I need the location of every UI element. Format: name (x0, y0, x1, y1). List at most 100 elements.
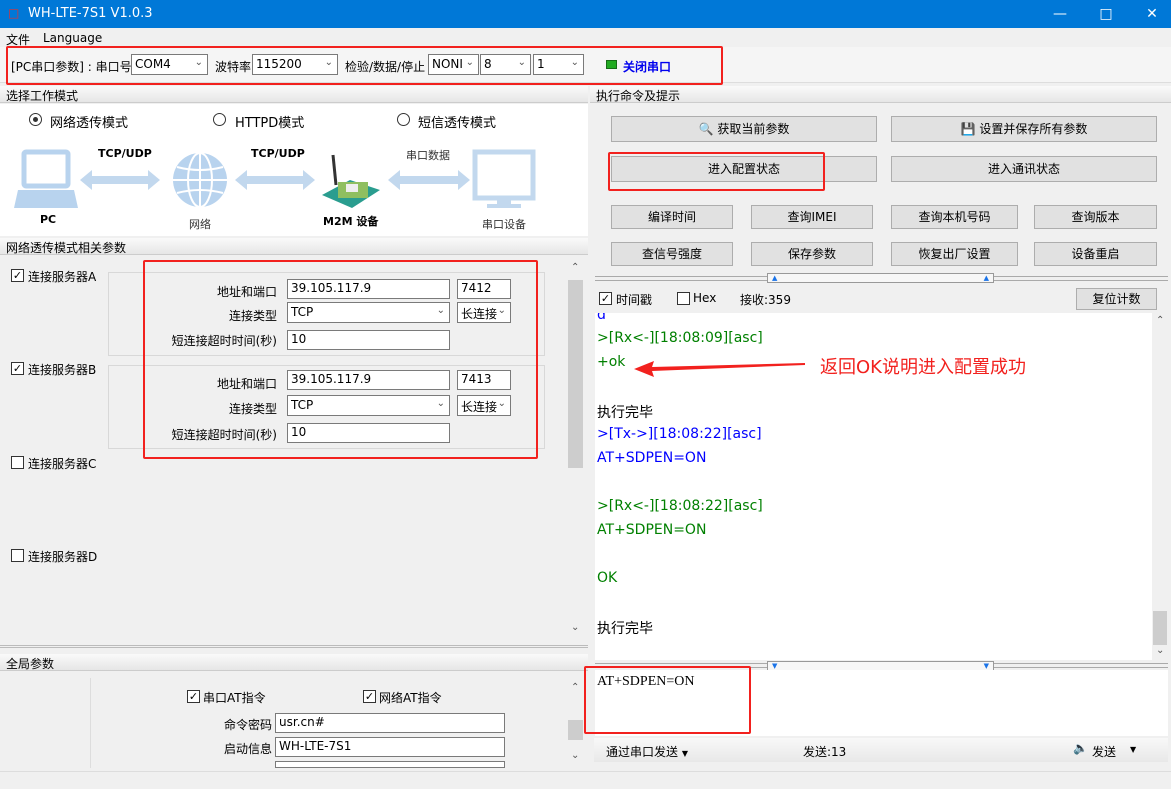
server-a-label: 连接服务器A (28, 270, 97, 284)
splitter[interactable] (0, 645, 588, 648)
global-scrollbar[interactable]: ⌃ ⌄ (567, 680, 584, 768)
app-icon: □ (8, 6, 20, 20)
title-bar: □ WH-LTE-7S1 V1.0.3 — □ ✕ (0, 0, 1171, 28)
status-bar (0, 771, 1171, 789)
diagram-pc-label: PC (40, 213, 57, 226)
annotation-box (143, 260, 538, 459)
enter-comm-button[interactable]: 进入通讯状态 (891, 156, 1157, 182)
scrollbar-thumb[interactable] (568, 280, 583, 468)
timestamp-label: 时间戳 (616, 293, 653, 307)
radio-httpd-mode[interactable] (213, 113, 226, 126)
minimize-button[interactable]: — (1037, 0, 1083, 28)
boot-label: 启动信息 (223, 742, 272, 756)
signal-strength-button[interactable]: 查信号强度 (611, 242, 733, 266)
arrow-icon (80, 170, 160, 190)
reset-count-button[interactable]: 复位计数 (1076, 288, 1157, 310)
divider (90, 678, 91, 768)
globe-icon (173, 152, 227, 208)
log-line: >[Rx<-][18:08:22][asc] (597, 498, 763, 514)
log-line: +ok (597, 354, 626, 370)
pc-serial-label: [PC串口参数] : 串口号 (11, 60, 132, 74)
radio-sms-mode[interactable] (397, 113, 410, 126)
params-header: 网络透传模式相关参数 (0, 238, 588, 255)
m2m-device-icon (322, 154, 380, 208)
stop-bits-select[interactable]: 1 ⌄ (533, 54, 584, 75)
laptop-icon (14, 149, 78, 208)
port-status-icon (606, 60, 617, 69)
log-line: d (597, 313, 606, 323)
diagram-link-label: TCP/UDP (98, 147, 152, 160)
reboot-button[interactable]: 设备重启 (1034, 242, 1157, 266)
log-line: >[Tx->][18:08:22][asc] (597, 426, 762, 442)
log-line: AT+SDPEN=ON (597, 522, 707, 538)
save-params-button[interactable]: 保存参数 (751, 242, 873, 266)
annotation-arrow-icon (634, 361, 805, 377)
get-params-button[interactable]: 🔍 获取当前参数 (611, 116, 877, 142)
log-line: 执行完毕 (597, 405, 653, 421)
search-doc-icon: 🔍 (698, 122, 714, 136)
boot-info-input[interactable]: WH-LTE-7S1 (275, 737, 505, 757)
recv-count: 接收:359 (740, 293, 791, 307)
close-port-button[interactable]: 关闭串口 (623, 58, 671, 75)
params-scrollbar[interactable]: ⌃ ⌄ (567, 262, 584, 640)
server-d-label: 连接服务器D (28, 550, 98, 564)
server-d-checkbox[interactable] (11, 549, 24, 562)
server-a-checkbox[interactable]: ✓ (11, 269, 24, 282)
diagram-serial-device-label: 串口设备 (482, 218, 526, 231)
query-imei-button[interactable]: 查询IMEI (751, 205, 873, 229)
log-scrollbar[interactable]: ⌃ ⌄ (1152, 313, 1168, 660)
hex-label: Hex (693, 291, 717, 305)
baud-label: 波特率 (215, 60, 252, 74)
net-at-label: 网络AT指令 (379, 691, 442, 705)
log-line: >[Rx<-][18:08:09][asc] (597, 330, 763, 346)
maximize-button[interactable]: □ (1083, 0, 1129, 28)
commands-header: 执行命令及提示 (590, 86, 1171, 103)
pwd-label: 命令密码 (223, 718, 272, 732)
send-button[interactable]: 发送 (1092, 743, 1116, 760)
compile-time-button[interactable]: 编译时间 (611, 205, 733, 229)
splitter-handle[interactable]: ▲ ▲ (767, 273, 994, 283)
arrow-icon (388, 170, 470, 190)
save-all-button[interactable]: 💾 设置并保存所有参数 (891, 116, 1157, 142)
save-icon: 💾 (960, 122, 976, 136)
partial-input[interactable] (275, 761, 505, 768)
diagram-link-label: 串口数据 (406, 149, 450, 162)
annotation-box (608, 152, 825, 191)
baud-select[interactable]: 115200 ⌄ (252, 54, 338, 75)
serial-at-label: 串口AT指令 (203, 691, 266, 705)
send-count: 发送:13 (803, 745, 847, 759)
annotation-box (584, 666, 751, 734)
diagram-net-label: 网络 (189, 218, 211, 231)
close-button[interactable]: ✕ (1129, 0, 1171, 28)
log-line: 执行完毕 (597, 621, 653, 637)
window-title: WH-LTE-7S1 V1.0.3 (28, 6, 153, 21)
net-at-checkbox[interactable]: ✓ (363, 690, 376, 703)
cmd-password-input[interactable]: usr.cn# (275, 713, 505, 733)
server-c-label: 连接服务器C (28, 457, 97, 471)
server-c-checkbox[interactable] (11, 456, 24, 469)
parity-label: 检验/数据/停止 (345, 60, 426, 74)
port-select[interactable]: COM4 ⌄ (131, 54, 208, 75)
query-number-button[interactable]: 查询本机号码 (891, 205, 1018, 229)
timestamp-checkbox[interactable]: ✓ (599, 292, 612, 305)
httpd-mode-label: HTTPD模式 (235, 116, 305, 131)
factory-reset-button[interactable]: 恢复出厂设置 (891, 242, 1018, 266)
diagram-link-label: TCP/UDP (251, 147, 305, 160)
network-mode-label: 网络透传模式 (50, 116, 129, 131)
parity-select[interactable]: NONI ⌄ (428, 54, 479, 75)
menu-language[interactable]: Language (43, 31, 102, 45)
annotation-text: 返回OK说明进入配置成功 (820, 357, 1026, 378)
server-b-checkbox[interactable]: ✓ (11, 362, 24, 375)
data-bits-select[interactable]: 8 ⌄ (480, 54, 531, 75)
hex-checkbox[interactable] (677, 292, 690, 305)
server-b-label: 连接服务器B (28, 363, 97, 377)
send-options-dropdown[interactable]: ▼ (1130, 745, 1136, 754)
send-via-dropdown[interactable]: 通过串口发送 ▼ (606, 743, 688, 760)
mode-header: 选择工作模式 (0, 86, 588, 103)
radio-network-mode[interactable] (29, 113, 42, 126)
log-line: OK (597, 570, 618, 586)
serial-at-checkbox[interactable]: ✓ (187, 690, 200, 703)
monitor-icon (472, 149, 536, 208)
query-version-button[interactable]: 查询版本 (1034, 205, 1157, 229)
log-line: AT+SDPEN=ON (597, 450, 707, 466)
